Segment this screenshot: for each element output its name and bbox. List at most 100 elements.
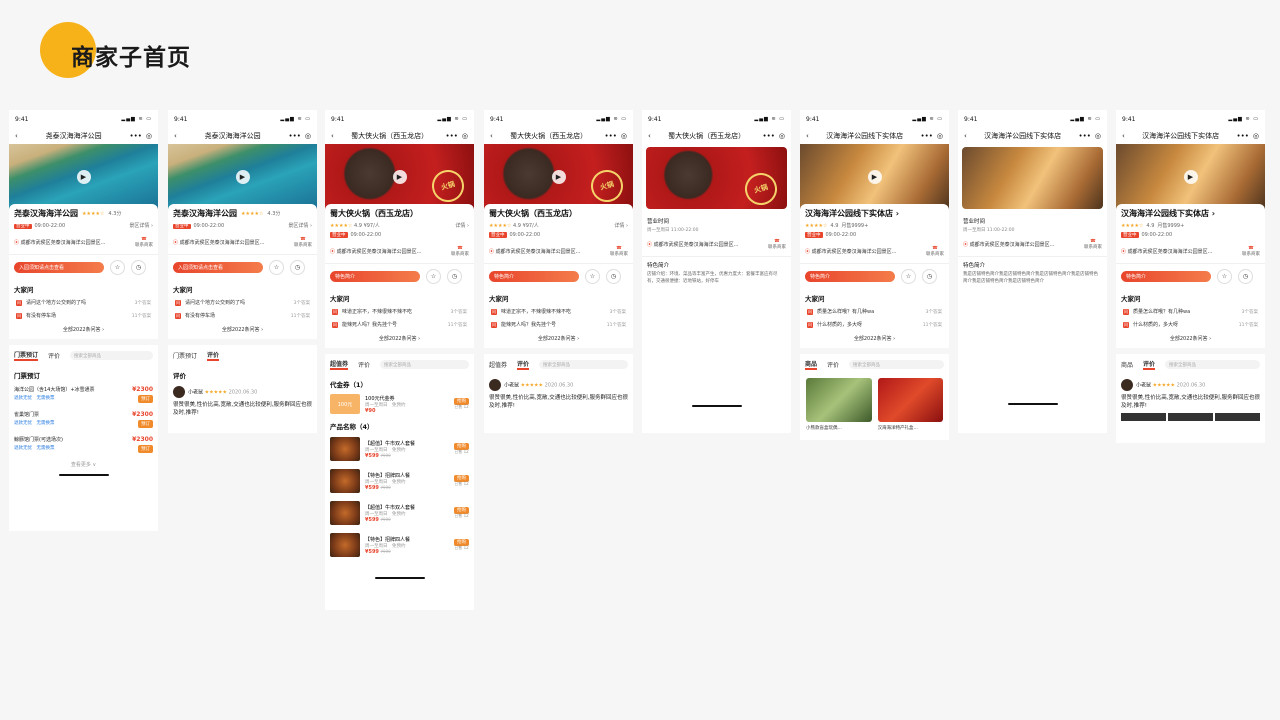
contact-button[interactable]: ☎ 联系商家: [294, 237, 312, 248]
share-icon[interactable]: ◷: [922, 269, 937, 284]
target-icon[interactable]: ◎: [779, 132, 785, 140]
ticket-row[interactable]: 鲸豚馆门票(可选场次) 退款无忧 无需换票 ¥2300 预订: [9, 432, 158, 457]
play-icon[interactable]: ▶: [235, 170, 250, 184]
contact-button[interactable]: ☎ 联系商家: [768, 239, 786, 250]
address-row[interactable]: ⦿ 成都市武侯区尧泰汉海海洋公园景区... ☎ 联系商家: [9, 231, 158, 255]
qa-row[interactable]: 问有没有停车场 11个答案: [168, 309, 317, 322]
hero-image[interactable]: ▶ 火锅: [484, 144, 633, 210]
product-card[interactable]: [806, 378, 872, 422]
address-row[interactable]: ⦿ 成都市武侯区尧泰汉海海洋公园景区... ☎ 联系商家: [325, 240, 474, 264]
share-icon[interactable]: ◷: [1238, 269, 1253, 284]
target-icon[interactable]: ◎: [937, 132, 943, 140]
hero-image[interactable]: ▶: [1116, 144, 1265, 210]
book-button[interactable]: 预订: [138, 445, 153, 453]
address-row[interactable]: ⦿ 成都市武侯区尧泰汉海海洋公园景区... ☎ 联系商家: [642, 233, 791, 257]
ticket-row[interactable]: 海洋公园（含14大场馆）+冰雪通票 退款无忧 无需换票 ¥2300 预订: [9, 382, 158, 407]
product-item[interactable]: 【超值】牛市双人套餐 周一至周日 免预约 ¥599 ¥999 抢购 已售 12: [325, 433, 474, 465]
hero-image[interactable]: ▶ 火锅: [325, 144, 474, 210]
product-item[interactable]: 【特色】招牌四人餐 周一至周日 免预约 ¥599 ¥999 抢购 已售 12: [325, 529, 474, 561]
qa-row[interactable]: 问请问这个地方公交到的了吗 3个答案: [168, 296, 317, 309]
qa-row[interactable]: 问什么材质的，多大呀 11个答案: [800, 318, 949, 331]
qa-more-link[interactable]: 全部2022条问答 ›: [325, 331, 474, 348]
product-item[interactable]: 【特色】招牌四人餐 周一至周日 免预约 ¥599 ¥999 抢购 已售 12: [325, 465, 474, 497]
detail-link[interactable]: 景区详情 ›: [288, 222, 312, 229]
more-icon[interactable]: •••: [1079, 132, 1091, 140]
detail-link[interactable]: 景区详情 ›: [129, 222, 153, 229]
shop-name[interactable]: 汉海海洋公园线下实体店 ›: [805, 208, 944, 219]
contact-button[interactable]: ☎ 联系商家: [610, 246, 628, 257]
search-input[interactable]: 搜索全部商品: [849, 360, 944, 369]
tab-coupons[interactable]: 超值券: [330, 359, 349, 370]
qa-more-link[interactable]: 全部2022条问答 ›: [9, 322, 158, 339]
contact-button[interactable]: ☎ 联系商家: [451, 246, 469, 257]
more-icon[interactable]: •••: [763, 132, 775, 140]
intro-pill[interactable]: 特色简介: [805, 271, 895, 282]
book-button[interactable]: 预订: [138, 420, 153, 428]
tab-products[interactable]: 商品: [1121, 360, 1133, 369]
share-icon[interactable]: ◷: [606, 269, 621, 284]
intro-pill[interactable]: 特色简介: [1121, 271, 1211, 282]
more-icon[interactable]: •••: [289, 132, 301, 140]
address-row[interactable]: ⦿ 成都市武侯区尧泰汉海海洋公园景区... ☎ 联系商家: [800, 240, 949, 264]
search-input[interactable]: 搜索全部商品: [70, 351, 153, 360]
address-row[interactable]: ⦿ 成都市武侯区尧泰汉海海洋公园景区... ☎ 联系商家: [168, 231, 317, 255]
qa-row[interactable]: 问什么材质的，多大呀 11个答案: [1116, 318, 1265, 331]
favorite-star-icon[interactable]: ☆: [585, 269, 600, 284]
qa-row[interactable]: 问能辣死人吗？我先挂个号 11个答案: [325, 318, 474, 331]
tab-reviews[interactable]: 评价: [1143, 359, 1156, 370]
target-icon[interactable]: ◎: [146, 132, 152, 140]
hero-image[interactable]: ▶: [168, 144, 317, 210]
tab-reviews[interactable]: 评价: [48, 351, 60, 360]
share-icon[interactable]: ◷: [447, 269, 462, 284]
tab-reviews[interactable]: 评价: [207, 350, 220, 361]
play-icon[interactable]: ▶: [392, 170, 407, 184]
product-item[interactable]: 【超值】牛市双人套餐 周一至周日 免预约 ¥599 ¥999 抢购 已售 12: [325, 497, 474, 529]
qa-more-link[interactable]: 全部2022条问答 ›: [800, 331, 949, 348]
book-button[interactable]: 预订: [138, 395, 153, 403]
tab-products[interactable]: 商品: [805, 359, 818, 370]
address-row[interactable]: ⦿ 成都市武侯区尧泰汉海海洋公园景区... ☎ 联系商家: [1116, 240, 1265, 264]
favorite-star-icon[interactable]: ☆: [901, 269, 916, 284]
more-icon[interactable]: •••: [446, 132, 458, 140]
favorite-star-icon[interactable]: ☆: [1217, 269, 1232, 284]
tab-reviews[interactable]: 评价: [358, 360, 370, 369]
more-icon[interactable]: •••: [605, 132, 617, 140]
notice-pill[interactable]: 入园须知请点击查看: [173, 262, 263, 273]
qa-row[interactable]: 问味道正宗不，不辣很辣不辣不吃 3个答案: [484, 305, 633, 318]
play-icon[interactable]: ▶: [1183, 170, 1198, 184]
qa-more-link[interactable]: 全部2022条问答 ›: [168, 322, 317, 339]
ticket-row[interactable]: 雀巢馆门票 退款无忧 无需换票 ¥2300 预订: [9, 407, 158, 432]
qa-row[interactable]: 问质量怎么样哦？有几种wa 3个答案: [1116, 305, 1265, 318]
address-row[interactable]: ⦿ 成都市武侯区尧泰汉海海洋公园景区... ☎ 联系商家: [484, 240, 633, 264]
play-icon[interactable]: ▶: [551, 170, 566, 184]
contact-button[interactable]: ☎ 联系商家: [135, 237, 153, 248]
play-icon[interactable]: ▶: [867, 170, 882, 184]
target-icon[interactable]: ◎: [1095, 132, 1101, 140]
hero-image[interactable]: ▶: [800, 144, 949, 210]
coupon-item[interactable]: 100元 100元代金券 周一至周日 免预约 ¥90 抢购 已售 12: [325, 391, 474, 417]
contact-button[interactable]: ☎ 联系商家: [1242, 246, 1260, 257]
share-icon[interactable]: ◷: [131, 260, 146, 275]
more-icon[interactable]: •••: [130, 132, 142, 140]
tab-reviews[interactable]: 评价: [827, 360, 839, 369]
detail-link[interactable]: 详情 ›: [614, 222, 628, 229]
qa-row[interactable]: 问味道正宗不，不辣很辣不辣不吃 3个答案: [325, 305, 474, 318]
view-more-link[interactable]: 查看更多 ∨: [9, 457, 158, 474]
qa-row[interactable]: 问能辣死人吗？我先挂个号 11个答案: [484, 318, 633, 331]
tab-coupons[interactable]: 超值券: [489, 360, 507, 369]
detail-link[interactable]: 详情 ›: [455, 222, 469, 229]
notice-pill[interactable]: 入园须知请点击查看: [14, 262, 104, 273]
contact-button[interactable]: ☎ 联系商家: [1084, 239, 1102, 250]
review-photos[interactable]: [1121, 413, 1260, 421]
tab-tickets[interactable]: 门票预订: [173, 351, 197, 360]
more-icon[interactable]: •••: [1237, 132, 1249, 140]
qa-row[interactable]: 问有没有停车场 11个答案: [9, 309, 158, 322]
target-icon[interactable]: ◎: [621, 132, 627, 140]
shop-name[interactable]: 汉海海洋公园线下实体店 ›: [1121, 208, 1260, 219]
tab-tickets[interactable]: 门票预订: [14, 350, 39, 361]
play-icon[interactable]: ▶: [76, 170, 91, 184]
search-input[interactable]: 搜索全部商品: [1165, 360, 1260, 369]
qa-row[interactable]: 问质量怎么样哦？有几种wa 3个答案: [800, 305, 949, 318]
search-input[interactable]: 搜索全部商品: [380, 360, 469, 369]
intro-pill[interactable]: 特色简介: [489, 271, 579, 282]
